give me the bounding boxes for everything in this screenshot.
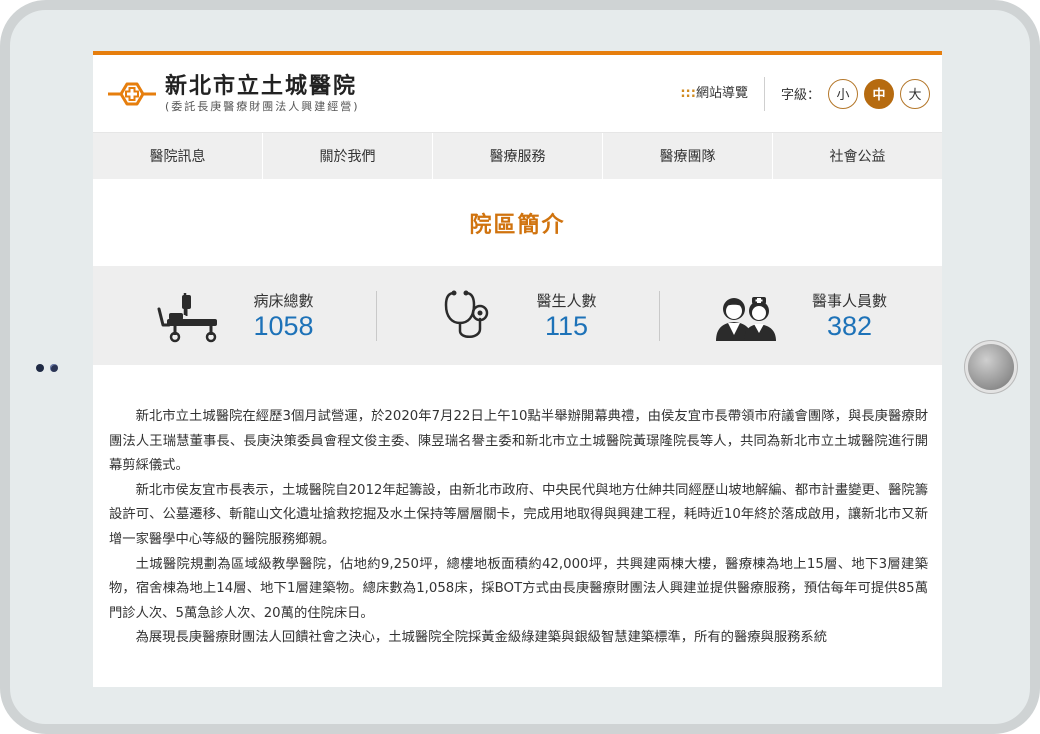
font-size-selector: 字級： 小 中 大 (765, 78, 930, 109)
main-nav: 醫院訊息 關於我們 醫療服務 醫療團隊 社會公益 (93, 132, 942, 179)
font-size-small-button[interactable]: 小 (828, 78, 858, 109)
page-title: 院區簡介 (469, 212, 566, 238)
article-paragraph: 新北市侯友宜市長表示，土城醫院自2012年起籌設，由新北市政府、中央民代與地方仕… (109, 482, 928, 547)
page-title-area: 院區簡介 (93, 179, 942, 266)
stethoscope-icon (445, 290, 489, 338)
stat-value: 115 (544, 310, 589, 341)
hospital-subtitle: (委託長庚醫療財團法人興建經營) (165, 99, 360, 113)
home-button[interactable] (968, 344, 1014, 390)
stats-bar: 病床總數 1058 醫生人數 115 醫事人員數 382 (93, 266, 942, 365)
nav-item-medical-services[interactable]: 醫療服務 (433, 133, 603, 179)
font-size-medium-button[interactable]: 中 (864, 78, 894, 109)
stat-value: 1058 (253, 310, 314, 341)
stat-bed-count: 病床總數 1058 (93, 289, 376, 343)
sitemap-link[interactable]: :::網站導覽 (680, 76, 765, 111)
site-header: 新北市立土城醫院 (委託長庚醫療財團法人興建經營) :::網站導覽 字級： 小 … (93, 55, 942, 132)
stat-label: 醫生人數 (536, 291, 597, 310)
intro-article: 新北市立土城醫院在經歷3個月試營運，於2020年7月22日上午10點半舉辦開幕典… (93, 365, 942, 651)
nav-item-medical-team[interactable]: 醫療團隊 (603, 133, 773, 179)
stat-value: 382 (826, 310, 873, 341)
stat-label: 醫事人員數 (811, 291, 887, 310)
nav-item-hospital-news[interactable]: 醫院訊息 (93, 133, 263, 179)
article-paragraph: 新北市立土城醫院在經歷3個月試營運，於2020年7月22日上午10點半舉辦開幕典… (109, 409, 928, 474)
brand[interactable]: 新北市立土城醫院 (委託長庚醫療財團法人興建經營) (107, 74, 360, 114)
hospital-bed-icon (157, 292, 218, 342)
stat-staff-count: 醫事人員數 382 (659, 289, 942, 343)
sitemap-dots: ::: (680, 85, 696, 101)
sitemap-label: 網站導覽 (695, 85, 748, 101)
header-tools: :::網站導覽 字級： 小 中 大 (680, 76, 930, 111)
article-paragraph: 土城醫院規劃為區域級教學醫院，佔地約9,250坪，總樓地板面積約42,000坪，… (109, 556, 928, 621)
hospital-name: 新北市立土城醫院 (165, 73, 358, 99)
article-paragraph: 為展現長庚醫療財團法人回饋社會之決心，土城醫院全院採黃金級綠建築與銀級智慧建築標… (135, 630, 828, 646)
nav-item-public-welfare[interactable]: 社會公益 (773, 133, 942, 179)
browser-screen: 新北市立土城醫院 (委託長庚醫療財團法人興建經營) :::網站導覽 字級： 小 … (93, 51, 942, 687)
stat-label: 病床總數 (253, 291, 314, 310)
font-size-large-button[interactable]: 大 (900, 78, 930, 109)
font-size-label: 字級： (780, 88, 820, 103)
medical-staff-icon (715, 296, 776, 341)
stat-doctor-count: 醫生人數 115 (376, 289, 659, 343)
camera (36, 364, 58, 372)
nav-item-about-us[interactable]: 關於我們 (263, 133, 433, 179)
hospital-logo-icon (108, 82, 156, 105)
